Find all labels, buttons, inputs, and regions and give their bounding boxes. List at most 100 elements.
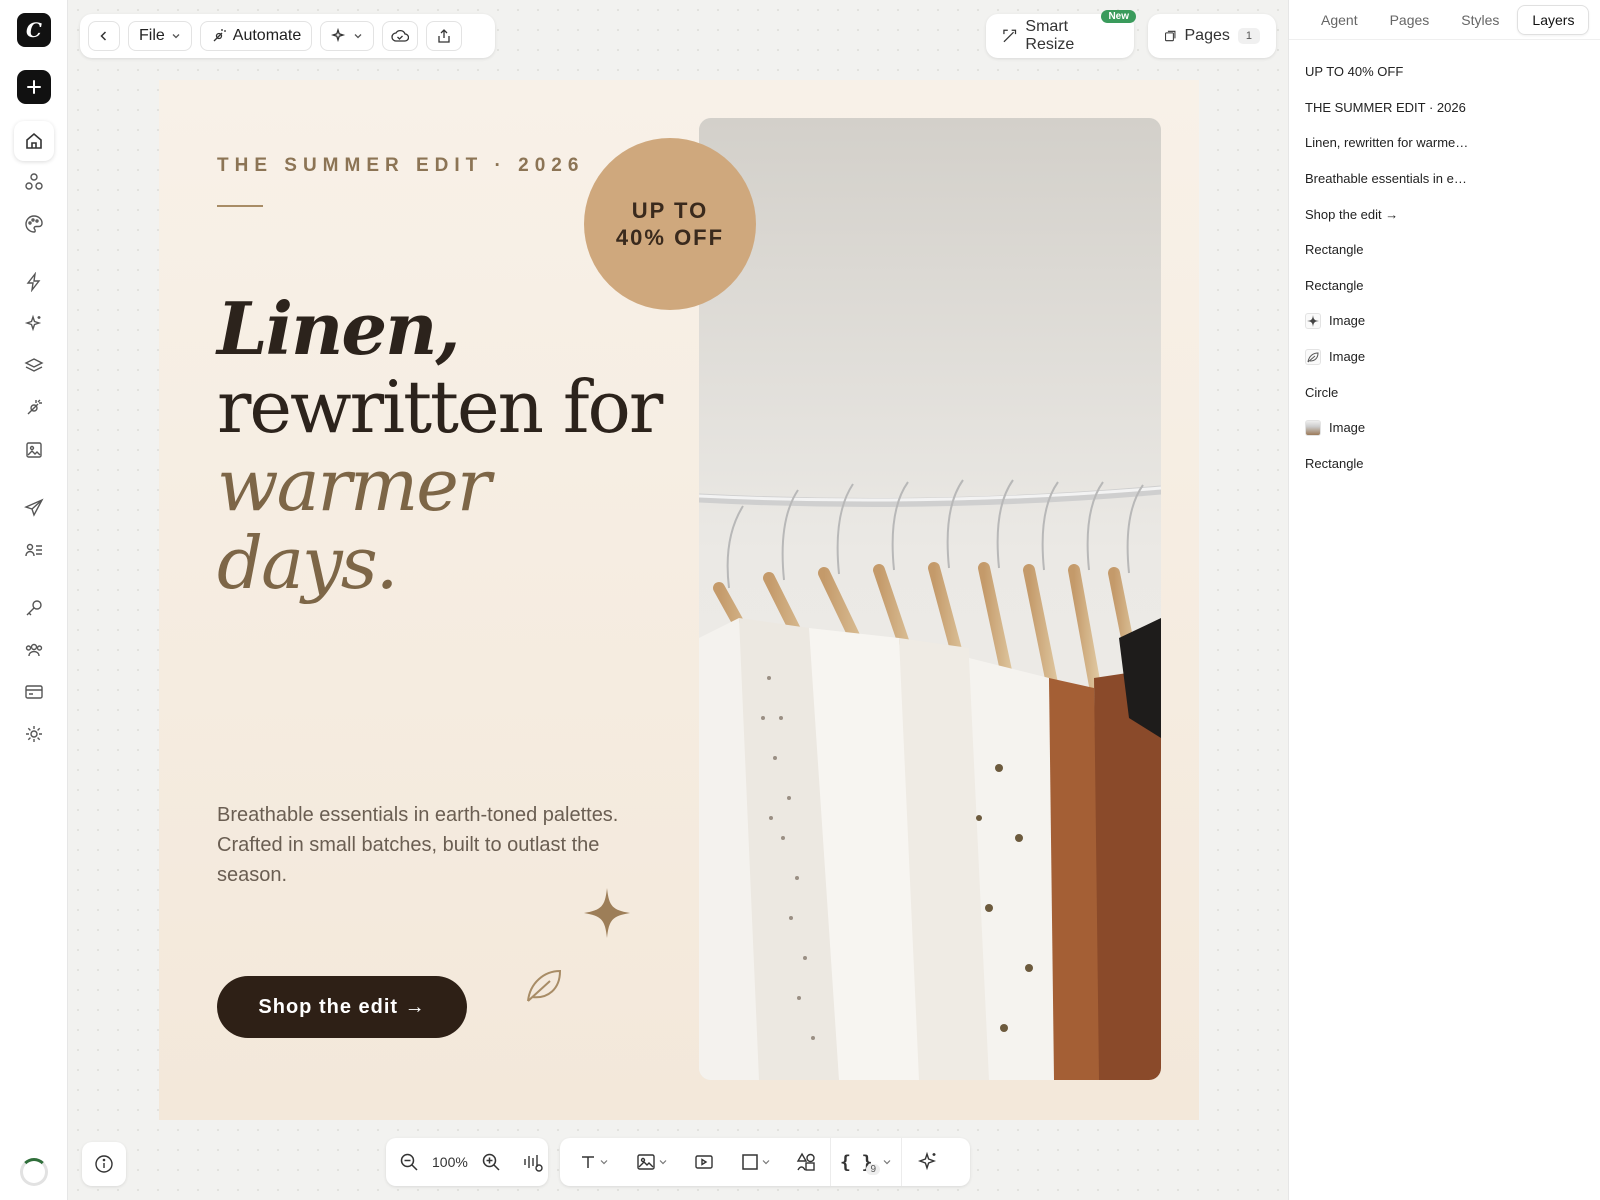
body-copy[interactable]: Breathable essentials in earth-toned pal…	[217, 800, 637, 890]
headline-line-3: warmer days.	[217, 443, 491, 605]
layer-item[interactable]: Image	[1289, 303, 1600, 339]
layer-label: Image	[1329, 420, 1366, 436]
cloud-sync-button[interactable]	[382, 21, 419, 51]
sparkles-icon	[917, 1151, 937, 1171]
sparkles-icon	[331, 28, 346, 43]
video-tool-button[interactable]	[684, 1144, 724, 1180]
create-button[interactable]	[17, 70, 51, 104]
divider	[901, 1138, 902, 1186]
share-icon	[438, 29, 450, 43]
chevron-down-icon	[600, 1160, 608, 1165]
layer-item[interactable]: Image	[1289, 339, 1600, 375]
page-count-badge: 1	[1237, 28, 1260, 44]
pages-label: Pages	[1184, 27, 1230, 44]
sparkle-icon[interactable]	[584, 888, 630, 938]
team-icon[interactable]	[14, 630, 54, 670]
shape-tool-button[interactable]	[730, 1144, 782, 1180]
hero-photo[interactable]	[699, 118, 1161, 1080]
ai-menu-button[interactable]	[320, 21, 375, 51]
tab-styles[interactable]: Styles	[1447, 6, 1513, 34]
text-tool-button[interactable]	[568, 1144, 620, 1180]
panel-tabs: Agent Pages Styles Layers	[1289, 0, 1600, 40]
sparkles-icon[interactable]	[14, 304, 54, 344]
layer-label: THE SUMMER EDIT · 2026	[1305, 99, 1466, 115]
file-menu-button[interactable]: File	[128, 21, 192, 51]
layer-item[interactable]: Breathable essentials in e…	[1289, 161, 1600, 197]
tab-agent[interactable]: Agent	[1307, 6, 1372, 34]
share-button[interactable]	[426, 21, 463, 51]
layer-item[interactable]: Image	[1289, 410, 1600, 446]
layer-label: Rectangle	[1305, 455, 1364, 471]
layer-item[interactable]: Rectangle	[1289, 446, 1600, 482]
image-icon[interactable]	[14, 430, 54, 470]
billing-icon[interactable]	[14, 672, 54, 712]
eyebrow-text[interactable]: THE SUMMER EDIT · 2026	[217, 155, 584, 177]
discount-badge[interactable]: UP TO 40% OFF	[584, 138, 756, 310]
leaf-icon[interactable]	[524, 965, 564, 1005]
layer-label: Rectangle	[1305, 277, 1364, 293]
app-logo[interactable]: C	[17, 13, 51, 47]
layer-item[interactable]: Rectangle	[1289, 232, 1600, 268]
magic-wand-icon[interactable]	[14, 388, 54, 428]
headline[interactable]: Linen, rewritten for warmer days.	[217, 290, 677, 605]
tab-pages[interactable]: Pages	[1376, 6, 1444, 34]
divider	[830, 1138, 831, 1186]
contacts-icon[interactable]	[14, 530, 54, 570]
ai-generate-button[interactable]	[908, 1144, 948, 1180]
chevron-down-icon	[172, 34, 180, 39]
shapes-icon	[796, 1152, 815, 1171]
variables-count: 9	[866, 1163, 881, 1175]
layer-item[interactable]: Circle	[1289, 374, 1600, 410]
right-panel: Agent Pages Styles Layers UP TO 40% OFF …	[1288, 0, 1600, 1200]
plus-icon	[27, 80, 41, 94]
layer-item[interactable]: THE SUMMER EDIT · 2026	[1289, 90, 1600, 126]
elements-button[interactable]	[788, 1144, 824, 1180]
pages-button[interactable]: Pages 1	[1148, 14, 1276, 58]
zoom-controls: 100%	[386, 1138, 548, 1186]
home-icon[interactable]	[14, 121, 54, 161]
send-icon[interactable]	[14, 488, 54, 528]
zoom-out-button[interactable]	[394, 1144, 424, 1180]
zoom-in-icon	[482, 1153, 500, 1171]
audio-button[interactable]	[518, 1144, 548, 1180]
layer-item[interactable]: Shop the edit →	[1289, 196, 1600, 232]
nodes-icon[interactable]	[14, 162, 54, 202]
layer-label: Circle	[1305, 384, 1339, 400]
automate-button[interactable]: Automate	[199, 21, 313, 51]
tab-layers[interactable]: Layers	[1517, 4, 1590, 35]
layer-label: Shop the edit →	[1305, 206, 1399, 222]
badge-line-1: UP TO	[631, 198, 709, 223]
lightning-icon[interactable]	[14, 262, 54, 302]
layer-label: Breathable essentials in e…	[1305, 171, 1467, 187]
clothing-rack-image	[699, 118, 1161, 1080]
layer-item[interactable]: Linen, rewritten for warme…	[1289, 125, 1600, 161]
chevron-down-icon	[762, 1160, 770, 1165]
accent-rule[interactable]	[217, 205, 263, 207]
layers-list: UP TO 40% OFF THE SUMMER EDIT · 2026 Lin…	[1289, 40, 1600, 481]
layers-icon[interactable]	[14, 346, 54, 386]
chevron-down-icon	[354, 34, 362, 39]
layer-label: Rectangle	[1305, 242, 1364, 258]
smart-resize-label: Smart Resize	[1025, 18, 1075, 53]
artboard[interactable]: THE SUMMER EDIT · 2026 Linen, rewritten …	[159, 80, 1199, 1120]
image-tool-button[interactable]	[626, 1144, 678, 1180]
variables-button[interactable]: { } 9	[837, 1144, 895, 1180]
key-icon[interactable]	[14, 588, 54, 628]
settings-icon[interactable]	[14, 714, 54, 754]
top-toolbar: File Automate	[80, 14, 495, 58]
layer-label: Image	[1329, 349, 1366, 365]
chevron-left-icon	[100, 31, 107, 41]
smart-resize-button[interactable]: Smart Resize New	[986, 10, 1136, 58]
layer-item[interactable]: Rectangle	[1289, 268, 1600, 304]
zoom-level[interactable]: 100%	[430, 1154, 470, 1170]
back-button[interactable]	[88, 21, 120, 51]
info-button[interactable]	[82, 1142, 126, 1186]
left-rail: C	[0, 0, 68, 1200]
chevron-down-icon	[659, 1160, 667, 1165]
video-icon	[695, 1155, 713, 1169]
zoom-in-button[interactable]	[476, 1144, 506, 1180]
automate-label: Automate	[232, 27, 302, 44]
shop-the-edit-button[interactable]: Shop the edit →	[217, 976, 467, 1038]
layer-item[interactable]: UP TO 40% OFF	[1289, 54, 1600, 90]
palette-icon[interactable]	[14, 204, 54, 244]
